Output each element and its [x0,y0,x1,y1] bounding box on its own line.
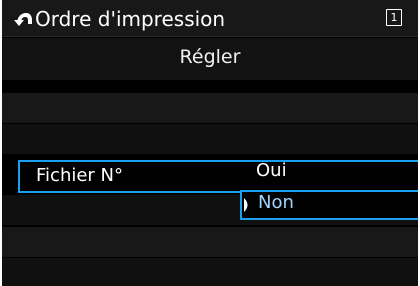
menu-title: Ordre d'impression [14,7,225,31]
page-number-badge: 1 [386,9,402,26]
option-non-label: Non [258,192,294,213]
empty-row [2,258,418,286]
selection-cursor-icon [244,198,248,212]
setting-row-fichier-no[interactable]: Fichier N° [18,160,418,193]
sub-header: Régler [2,38,418,80]
empty-row [2,227,418,257]
empty-row [2,124,418,154]
setting-label: Fichier N° [36,165,124,186]
option-oui[interactable]: Oui [256,160,287,181]
camera-menu-screen: Ordre d'impression 1 Régler Fichier N° O… [2,0,418,286]
option-non-selected[interactable]: Non [240,190,418,220]
return-arrow-icon[interactable] [14,10,34,28]
sub-header-title: Régler [179,46,241,68]
menu-title-text: Ordre d'impression [35,7,226,31]
empty-row [2,93,418,123]
menu-header: Ordre d'impression 1 [2,0,418,37]
